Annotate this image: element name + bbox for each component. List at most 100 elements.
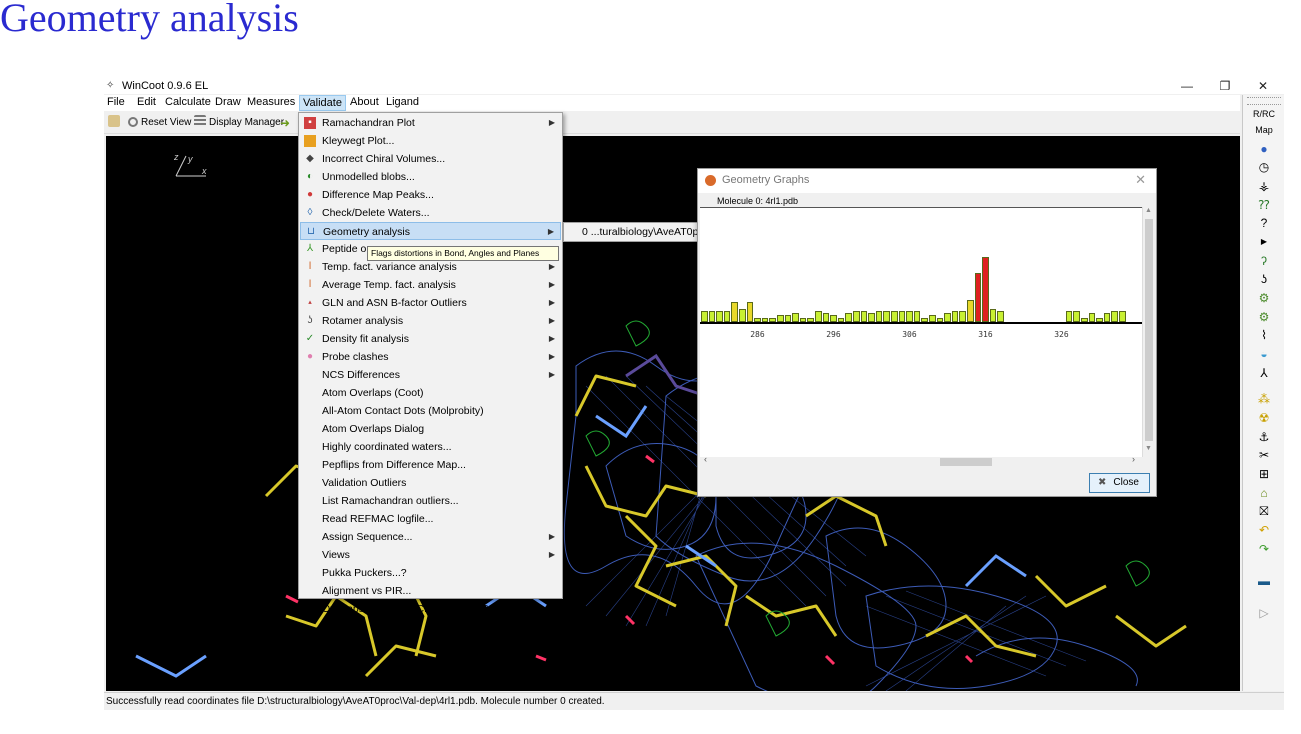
geometry-bar[interactable]: [792, 313, 799, 322]
geometry-bar[interactable]: [891, 311, 898, 322]
menu-all-atom-contact-dots[interactable]: All-Atom Contact Dots (Molprobity): [300, 402, 561, 420]
menu-check-delete-waters[interactable]: ◊ Check/Delete Waters...: [300, 204, 561, 222]
window-close-button[interactable]: ✕: [1248, 78, 1278, 94]
cut-icon[interactable]: ✂: [1256, 447, 1272, 463]
geometry-bar[interactable]: [784, 314, 792, 322]
geometry-bar[interactable]: [868, 313, 875, 322]
rrc-label[interactable]: R/RC: [1243, 109, 1285, 119]
geometry-bar[interactable]: [875, 311, 883, 322]
globe-icon[interactable]: ●: [1256, 141, 1272, 157]
maximize-button[interactable]: ❐: [1210, 78, 1240, 94]
geometry-bar[interactable]: [989, 308, 997, 322]
geometry-bar[interactable]: [777, 314, 784, 322]
geometry-bar[interactable]: [853, 311, 860, 322]
geometry-bar[interactable]: [1103, 313, 1111, 322]
geometry-bar[interactable]: [913, 311, 921, 322]
menu-file[interactable]: File: [104, 95, 128, 111]
scroll-right-icon[interactable]: ›: [1132, 454, 1135, 464]
geometry-bar[interactable]: [944, 313, 951, 322]
menu-density-fit[interactable]: ✓ Density fit analysis ▶: [300, 330, 561, 348]
geometry-bar[interactable]: [830, 314, 837, 322]
geometry-bar-graph[interactable]: 286 296 306 316 326: [700, 207, 1142, 457]
display-manager-button[interactable]: Display Manager: [194, 115, 284, 131]
geometry-bar[interactable]: [929, 314, 936, 322]
torsion-icon[interactable]: ⚶: [1256, 178, 1272, 194]
geometry-bar[interactable]: [951, 311, 959, 322]
play-icon[interactable]: ▶: [1256, 234, 1272, 250]
geometry-bar[interactable]: [1065, 311, 1073, 322]
menu-read-refmac-logfile[interactable]: Read REFMAC logfile...: [300, 510, 561, 528]
redo-icon[interactable]: ↷: [1256, 541, 1272, 557]
scroll-up-icon[interactable]: ▲: [1145, 207, 1152, 214]
menu-probe-clashes[interactable]: ● Probe clashes ▶: [300, 348, 561, 366]
map-label[interactable]: Map: [1243, 125, 1285, 135]
panel-grip[interactable]: [1247, 97, 1281, 105]
geometry-bar[interactable]: [967, 299, 974, 322]
geometry-bar[interactable]: [731, 302, 738, 322]
scroll-left-icon[interactable]: ‹: [704, 454, 707, 464]
clock-icon[interactable]: ◷: [1256, 159, 1272, 175]
geometry-bar[interactable]: [1073, 311, 1080, 322]
horizontal-scroll-thumb[interactable]: [940, 458, 992, 466]
geometry-bar[interactable]: [974, 272, 982, 322]
menu-ramachandran-plot[interactable]: ▪ Ramachandran Plot ▶: [300, 114, 561, 132]
geometry-bar[interactable]: [860, 311, 868, 322]
go-arrow-button[interactable]: ➜: [280, 115, 290, 131]
sidechain-icon[interactable]: ⅄: [1256, 365, 1272, 381]
menu-rotamer-analysis[interactable]: ʖ Rotamer analysis ▶: [300, 312, 561, 330]
menu-validation-outliers[interactable]: Validation Outliers: [300, 474, 561, 492]
geometry-bar[interactable]: [1088, 313, 1096, 322]
menu-ncs-differences[interactable]: NCS Differences ▶: [300, 366, 561, 384]
menu-views[interactable]: Views ▶: [300, 546, 561, 564]
geometry-bar[interactable]: [815, 311, 822, 322]
scroll-down-icon[interactable]: ▼: [1145, 445, 1152, 452]
geometry-bar[interactable]: [716, 311, 723, 322]
menu-pukka-puckers[interactable]: Pukka Puckers...?: [300, 564, 561, 582]
close-button[interactable]: ✖ Close: [1089, 473, 1150, 493]
trash-can-icon[interactable]: ⌂: [1256, 485, 1272, 501]
question-icon[interactable]: ?: [1256, 215, 1272, 231]
geometry-bar[interactable]: [959, 311, 966, 322]
dialog-close-icon[interactable]: ✕: [1135, 172, 1146, 188]
reset-view-button[interactable]: Reset View: [128, 115, 191, 131]
geometry-bar[interactable]: [739, 308, 746, 322]
peptide-icon[interactable]: ⌇: [1256, 327, 1272, 343]
question-arrows-icon[interactable]: ⁇: [1256, 197, 1272, 213]
geometry-bar[interactable]: [822, 313, 830, 322]
menu-assign-sequence[interactable]: Assign Sequence... ▶: [300, 528, 561, 546]
vertical-scroll-thumb[interactable]: [1145, 219, 1153, 441]
residue-flip-icon[interactable]: ʖ: [1256, 271, 1272, 287]
menu-edit[interactable]: Edit: [134, 95, 159, 111]
anchor-icon[interactable]: ⚓: [1256, 429, 1272, 445]
menu-incorrect-chiral[interactable]: ◆ Incorrect Chiral Volumes...: [300, 150, 561, 168]
geometry-bar[interactable]: [723, 311, 731, 322]
geometry-bar[interactable]: [997, 311, 1004, 322]
residue-icon[interactable]: ʔ: [1256, 253, 1272, 269]
menu-difference-map-peaks[interactable]: ● Difference Map Peaks...: [300, 186, 561, 204]
geometry-bar[interactable]: [906, 311, 913, 322]
expand-icon[interactable]: ▷: [1256, 605, 1272, 621]
rotamer-alt-icon[interactable]: ⚙: [1256, 309, 1272, 325]
geometry-bar[interactable]: [982, 257, 989, 322]
menu-atom-overlaps-dialog[interactable]: Atom Overlaps Dialog: [300, 420, 561, 438]
menu-measures[interactable]: Measures: [244, 95, 298, 111]
menu-draw[interactable]: Draw: [212, 95, 244, 111]
open-folder-button[interactable]: [108, 115, 123, 131]
vertical-scrollbar[interactable]: ▲ ▼: [1142, 207, 1154, 457]
minimize-button[interactable]: —: [1172, 78, 1202, 94]
menu-gln-asn-outliers[interactable]: ▴ GLN and ASN B-factor Outliers ▶: [300, 294, 561, 312]
horizontal-scrollbar[interactable]: ‹ ›: [700, 454, 1142, 467]
water-icon[interactable]: ◒: [1256, 346, 1272, 362]
menu-unmodelled-blobs[interactable]: ◐ Unmodelled blobs...: [300, 168, 561, 186]
menu-kleywegt-plot[interactable]: Kleywegt Plot...: [300, 132, 561, 150]
menu-ligand[interactable]: Ligand: [383, 95, 422, 111]
add-atom-icon[interactable]: ⁂: [1256, 391, 1272, 407]
menu-calculate[interactable]: Calculate: [162, 95, 214, 111]
menu-geometry-analysis[interactable]: ⊔ Geometry analysis ▶: [300, 222, 561, 240]
rotamer-icon[interactable]: ⚙: [1256, 290, 1272, 306]
menu-overlaps-peptides-outliers[interactable]: Overlaps, Peptides, CBeta, Rama & Rota O…: [300, 600, 561, 618]
menu-highly-coordinated-waters[interactable]: Highly coordinated waters...: [300, 438, 561, 456]
undo-icon[interactable]: ↶: [1256, 522, 1272, 538]
menu-validate[interactable]: Validate: [299, 95, 346, 111]
add-residue-icon[interactable]: ⊞: [1256, 466, 1272, 482]
